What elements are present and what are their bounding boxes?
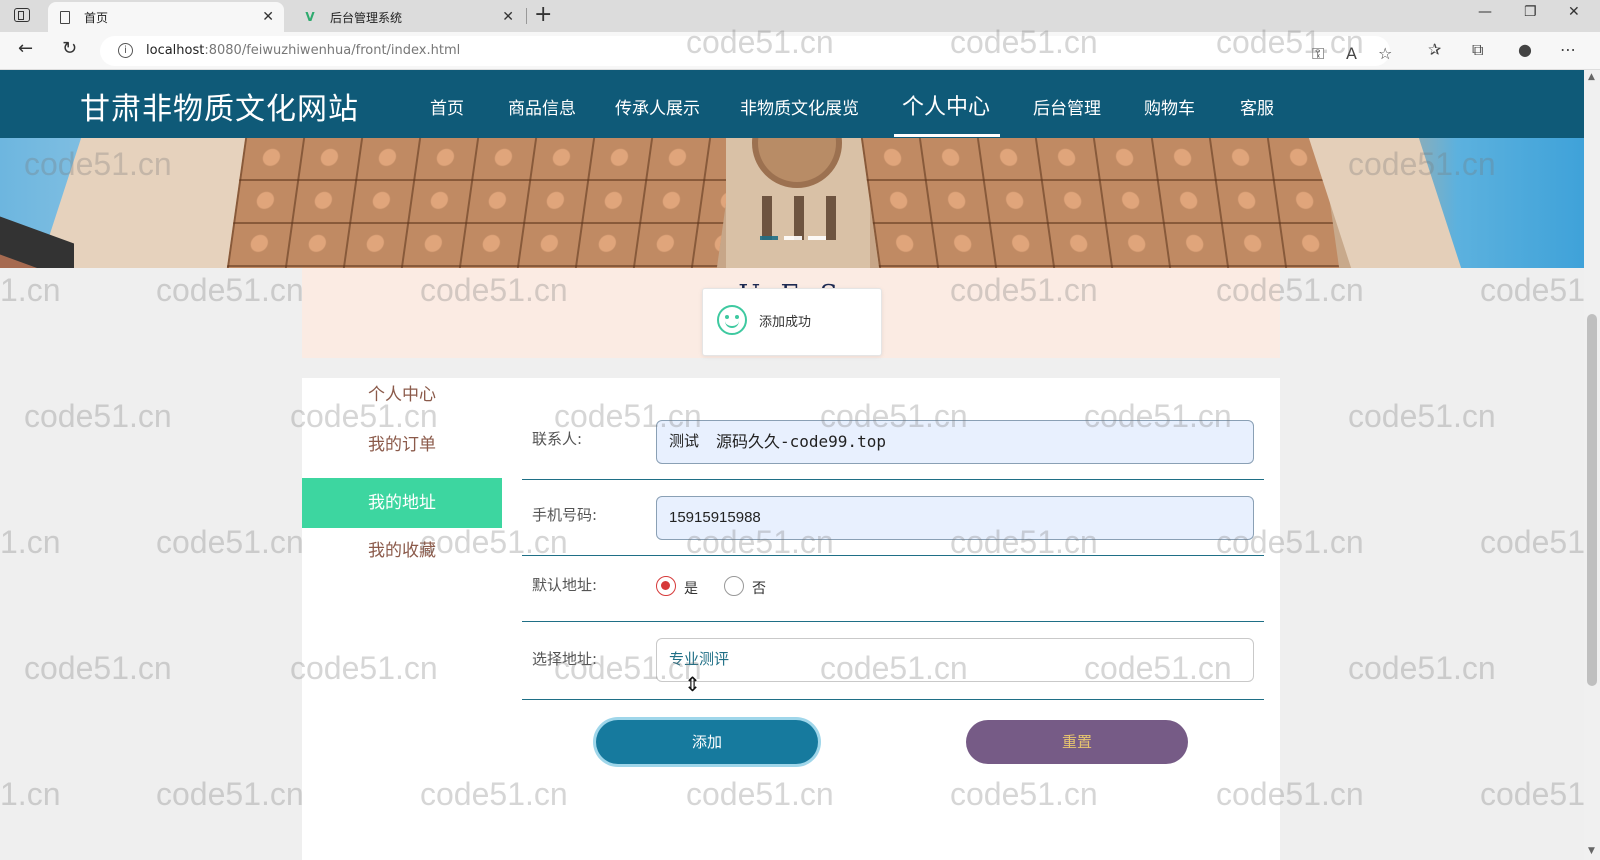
form-row-address: 选择地址: 专业测评 (522, 638, 1264, 700)
browser-tab-admin[interactable]: V 后台管理系统 ✕ (292, 2, 524, 32)
phone-input[interactable]: 15915915988 (656, 496, 1254, 540)
watermark: code51 (1480, 776, 1585, 812)
banner-pillar (762, 196, 772, 240)
address-select[interactable]: 专业测评 (656, 638, 1254, 682)
browser-tabbar: 首页 ✕ V 后台管理系统 ✕ + — ❐ ✕ (0, 0, 1600, 32)
default-yes-radio[interactable] (656, 576, 676, 596)
form-row-default-address: 默认地址: 是 否 (522, 566, 1264, 622)
smiley-icon (717, 305, 747, 335)
default-no-radio[interactable] (724, 576, 744, 596)
watermark: code51.cn (156, 272, 304, 308)
form-row-contact: 联系人: 测试 (522, 416, 1264, 480)
site-title[interactable]: 甘肃非物质文化网站 (80, 84, 359, 128)
collections-icon[interactable]: ⧉ (1472, 40, 1483, 60)
browser-tab-home[interactable]: 首页 ✕ (48, 2, 284, 32)
phone-label: 手机号码: (532, 506, 598, 524)
nav-home[interactable]: 首页 (430, 94, 464, 119)
tab-divider (526, 8, 527, 24)
form-row-phone: 手机号码: 15915915988 (522, 490, 1264, 556)
new-tab-button[interactable]: + (534, 2, 552, 27)
address-bar[interactable]: i localhost:8080/feiwuzhiwenhua/front/in… (100, 36, 1392, 66)
page-scrollbar[interactable]: ▲ ▼ (1584, 70, 1600, 860)
more-menu-icon[interactable]: ⋯ (1560, 40, 1576, 59)
nav-admin[interactable]: 后台管理 (1033, 94, 1101, 119)
sidebar-item-personal-center[interactable]: 个人中心 (302, 370, 502, 420)
tab-title: 首页 (84, 10, 109, 25)
restore-button[interactable]: ❐ (1524, 4, 1537, 20)
sidebar-item-addresses[interactable]: 我的地址 (302, 478, 502, 528)
banner-carved-panel (226, 138, 736, 268)
active-nav-underline (894, 134, 1000, 137)
minimize-button[interactable]: — (1478, 4, 1492, 20)
nav-exhibition[interactable]: 非物质文化展览 (740, 94, 859, 119)
toast-message: 添加成功 (759, 315, 812, 330)
info-icon[interactable]: i (118, 43, 133, 58)
watermark: code51.cn (1348, 650, 1496, 686)
overlay-watermark-text: 源码久久-code99.top (716, 432, 886, 451)
nav-customer-service[interactable]: 客服 (1240, 94, 1274, 119)
nav-personal-center[interactable]: 个人中心 (902, 89, 990, 121)
browser-toolbar: ← ↻ i localhost:8080/feiwuzhiwenhua/fron… (0, 32, 1600, 70)
default-address-label: 默认地址: (532, 576, 598, 594)
banner-pillar (826, 196, 836, 240)
watermark: 1.cn (0, 524, 61, 560)
nav-cart[interactable]: 购物车 (1144, 94, 1195, 119)
reset-button[interactable]: 重置 (966, 720, 1188, 764)
default-yes-label[interactable]: 是 (684, 578, 698, 598)
watermark: code51.cn (156, 776, 304, 812)
nav-products[interactable]: 商品信息 (508, 94, 576, 119)
default-no-label[interactable]: 否 (752, 578, 766, 598)
banner-carved-panel (860, 138, 1340, 268)
success-toast: 添加成功 (702, 288, 882, 356)
watermark: code51.cn (24, 398, 172, 434)
watermark: 1.cn (0, 776, 61, 812)
url-host: localhost (146, 43, 205, 58)
add-favorite-icon[interactable]: ☆ (1378, 44, 1392, 63)
close-tab-icon[interactable]: ✕ (262, 9, 274, 25)
url-path: :8080/feiwuzhiwenhua/front/index.html (204, 43, 461, 58)
key-icon[interactable]: ⚿ (1312, 44, 1324, 64)
close-tab-icon[interactable]: ✕ (502, 9, 514, 25)
watermark: code51.cn (156, 524, 304, 560)
carousel-dot[interactable] (784, 236, 802, 240)
watermark: code51 (1480, 524, 1585, 560)
contact-label: 联系人: (532, 430, 583, 448)
close-window-button[interactable]: ✕ (1568, 4, 1580, 20)
scroll-down-arrow-icon[interactable]: ▼ (1588, 846, 1595, 856)
carousel-dot-active[interactable] (760, 236, 778, 240)
url-text[interactable]: localhost:8080/feiwuzhiwenhua/front/inde… (146, 43, 460, 58)
banner-pillar (794, 196, 804, 240)
nav-inheritors[interactable]: 传承人展示 (615, 94, 700, 119)
tab-actions-icon[interactable] (14, 8, 30, 22)
hero-banner (0, 138, 1584, 268)
address-label: 选择地址: (532, 650, 598, 668)
tab-title: 后台管理系统 (330, 10, 403, 25)
favorites-icon[interactable]: ✰ (1428, 40, 1441, 59)
sidebar-item-orders[interactable]: 我的订单 (302, 420, 502, 470)
read-aloud-icon[interactable]: A (1346, 44, 1357, 63)
sidebar-item-favorites[interactable]: 我的收藏 (302, 526, 502, 576)
carousel-dot[interactable] (808, 236, 826, 240)
vue-logo-icon: V (305, 10, 315, 24)
page-icon (60, 10, 70, 24)
watermark: code51 (1480, 272, 1585, 308)
back-arrow-icon[interactable]: ← (18, 38, 33, 59)
profile-avatar-icon[interactable]: ● (1518, 40, 1532, 59)
site-header: 甘肃非物质文化网站 首页 商品信息 传承人展示 非物质文化展览 个人中心 后台管… (0, 70, 1584, 138)
text-cursor-icon: ⇕ (684, 672, 701, 696)
scroll-thumb[interactable] (1587, 314, 1597, 686)
watermark: 1.cn (0, 272, 61, 308)
add-button[interactable]: 添加 (596, 720, 818, 764)
watermark: code51.cn (24, 650, 172, 686)
reload-icon[interactable]: ↻ (62, 38, 77, 59)
watermark: code51.cn (1348, 398, 1496, 434)
scroll-up-arrow-icon[interactable]: ▲ (1588, 72, 1595, 82)
